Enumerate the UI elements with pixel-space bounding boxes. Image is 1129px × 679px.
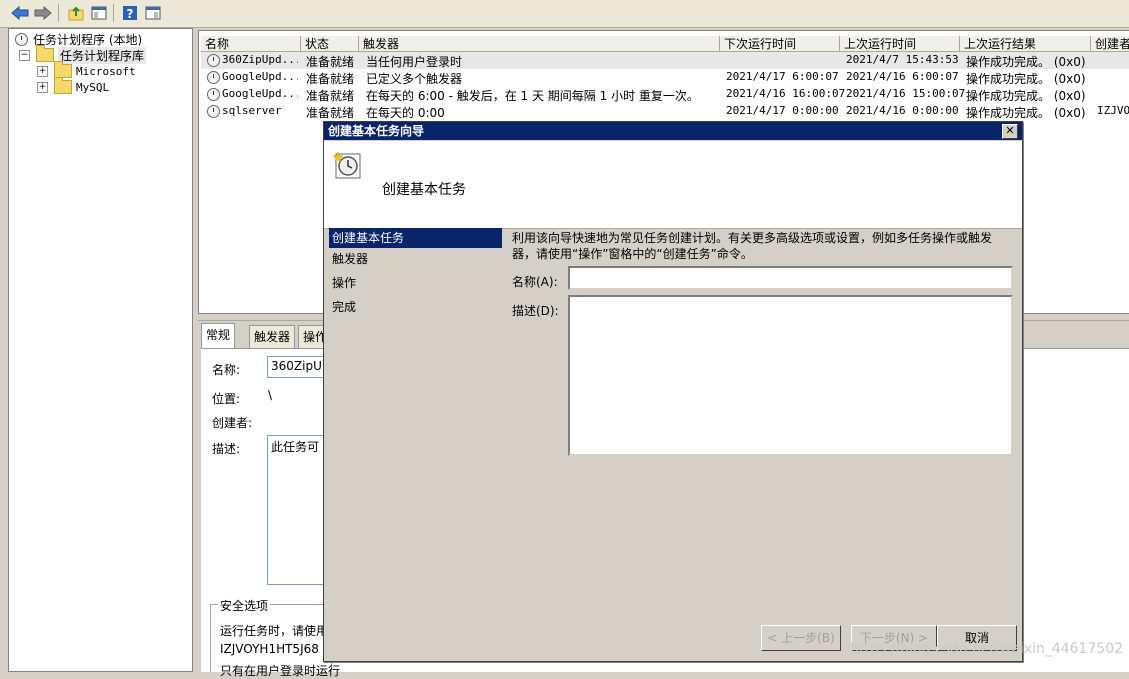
location-label: 位置: (212, 392, 241, 406)
expand-icon[interactable]: + (37, 65, 48, 77)
task-status: 准备就绪 (306, 106, 355, 120)
tab-triggers[interactable]: 触发器 (249, 325, 296, 348)
task-trigger: 在每天的 6:00 - 触发后，在 1 天 期间每隔 1 小时 重复一次。 (366, 89, 699, 103)
table-row[interactable]: sqlserver 准备就绪 在每天的 0:00 2021/4/17 0:00:… (201, 103, 1129, 120)
table-row[interactable]: GoogleUpd... 准备就绪 已定义多个触发器 2021/4/17 6:0… (201, 69, 1129, 86)
task-last-run: 2021/4/16 15:00:07 (846, 87, 966, 100)
back-arrow-icon[interactable] (10, 3, 30, 23)
security-run-as-text: 运行任务时，请使用 (220, 624, 329, 638)
column-header-last-result[interactable]: 上次运行结果 (960, 36, 1091, 52)
close-icon[interactable]: ✕ (1002, 124, 1018, 139)
task-name-input[interactable] (568, 266, 1013, 290)
wizard-description: 利用该向导快速地为常见任务创建计划。有关更多高级选项或设置，例如多任务操作或触发… (512, 231, 993, 261)
tree-microsoft-label: Microsoft (76, 64, 136, 78)
column-header-last-run[interactable]: 上次运行时间 (840, 36, 960, 52)
create-basic-task-wizard: 创建基本任务向导 ✕ 创建基本任务 创建基本任务 触发器 操作 完成 利用该向导… (323, 121, 1023, 662)
description-field[interactable]: 此任务可 (267, 435, 327, 585)
task-icon (207, 71, 220, 84)
task-next-run: 2021/4/17 6:00:07 (726, 70, 839, 83)
task-wizard-icon (332, 151, 361, 182)
back-button[interactable]: < 上一步(B) (761, 625, 841, 651)
column-header-next-run[interactable]: 下次运行时间 (720, 36, 840, 52)
dialog-header: 创建基本任务 (324, 141, 1022, 229)
wizard-step-action[interactable]: 操作 (329, 273, 502, 293)
name-field[interactable]: 360ZipUp (267, 356, 327, 378)
folder-icon (54, 61, 72, 78)
task-last-run: 2021/4/16 0:00:00 (846, 104, 959, 117)
task-icon (207, 88, 220, 101)
task-description-input[interactable] (568, 295, 1013, 456)
column-header-author[interactable]: 创建者 (1091, 36, 1129, 52)
location-value: \ (268, 388, 273, 402)
tree-item-mysql[interactable]: + MySQL (37, 77, 110, 95)
wizard-step-finish[interactable]: 完成 (329, 297, 502, 317)
task-result: 操作成功完成。 (0x0) (966, 89, 1086, 103)
tab-general[interactable]: 常规 (201, 323, 236, 349)
tree-item-microsoft[interactable]: + Microsoft (37, 61, 136, 79)
column-header-name[interactable]: 名称 (201, 36, 301, 52)
task-scheduler-icon (15, 32, 28, 46)
toolbar: ? (0, 0, 1129, 28)
security-user: IZJVOYH1HT5J68 (220, 642, 319, 656)
task-trigger: 已定义多个触发器 (366, 72, 463, 86)
folder-clock-icon (36, 45, 54, 62)
watermark: https://blog.csdn.net/weixin_44617502 (850, 641, 1124, 657)
task-name: GoogleUpd... (222, 87, 298, 100)
task-trigger: 在每天的 0:00 (366, 106, 445, 120)
task-icon (207, 54, 220, 67)
task-trigger: 当任何用户登录时 (366, 55, 463, 69)
show-hide-action-pane-icon[interactable] (143, 3, 163, 23)
tree-root-item[interactable]: 任务计划程序 (本地) (15, 31, 142, 47)
task-status: 准备就绪 (306, 72, 355, 86)
tree-mysql-label: MySQL (76, 80, 110, 94)
task-result: 操作成功完成。 (0x0) (966, 106, 1086, 120)
task-name: sqlserver (222, 104, 282, 117)
help-icon[interactable]: ? (120, 3, 140, 23)
description-label: 描述: (212, 442, 241, 456)
table-row[interactable]: 360ZipUpd... 准备就绪 当任何用户登录时 2021/4/7 15:4… (201, 52, 1129, 69)
table-row[interactable]: GoogleUpd... 准备就绪 在每天的 6:00 - 触发后，在 1 天 … (201, 86, 1129, 103)
task-status: 准备就绪 (306, 55, 355, 69)
task-result: 操作成功完成。 (0x0) (966, 72, 1086, 86)
task-icon (207, 105, 220, 118)
task-author: IZJVOY (1097, 104, 1129, 117)
task-last-run: 2021/4/16 6:00:07 (846, 70, 959, 83)
task-next-run: 2021/4/17 0:00:00 (726, 104, 839, 117)
task-name: 360ZipUpd... (222, 53, 298, 66)
console-tree: 任务计划程序 (本地) − 任务计划程序库 + Microsoft + MySQ… (8, 28, 193, 672)
task-next-run: 2021/4/16 16:00:07 (726, 87, 846, 100)
wizard-heading: 创建基本任务 (382, 182, 466, 198)
forward-arrow-icon[interactable] (33, 3, 53, 23)
task-result: 操作成功完成。 (0x0) (966, 55, 1086, 69)
show-hide-console-tree-icon[interactable] (89, 3, 109, 23)
task-name-label: 名称(A): (512, 275, 558, 289)
wizard-step-trigger[interactable]: 触发器 (329, 249, 502, 269)
name-label: 名称: (212, 363, 241, 377)
dialog-title-bar: 创建基本任务向导 (324, 122, 1022, 140)
expand-icon[interactable]: + (37, 81, 48, 93)
up-folder-icon[interactable] (66, 3, 86, 23)
tree-root-label: 任务计划程序 (本地) (33, 32, 143, 47)
task-status: 准备就绪 (306, 89, 355, 103)
svg-text:?: ? (127, 7, 134, 21)
tree-library-label: 任务计划程序库 (58, 46, 147, 64)
wizard-step-create-basic-task[interactable]: 创建基本任务 (329, 228, 502, 248)
run-option-text: 只有在用户登录时运行 (220, 664, 341, 678)
dialog-title: 创建基本任务向导 (328, 124, 425, 138)
collapse-icon[interactable]: − (19, 49, 30, 61)
folder-icon (54, 77, 72, 94)
column-header-trigger[interactable]: 触发器 (359, 36, 720, 52)
tree-item-library[interactable]: − 任务计划程序库 (19, 45, 147, 64)
task-description-label: 描述(D): (512, 304, 559, 318)
author-label: 创建者: (212, 416, 253, 430)
column-header-status[interactable]: 状态 (301, 36, 359, 52)
task-name: GoogleUpd... (222, 70, 298, 83)
task-last-run: 2021/4/7 15:43:53 (846, 53, 959, 66)
security-options-label: 安全选项 (218, 597, 271, 614)
